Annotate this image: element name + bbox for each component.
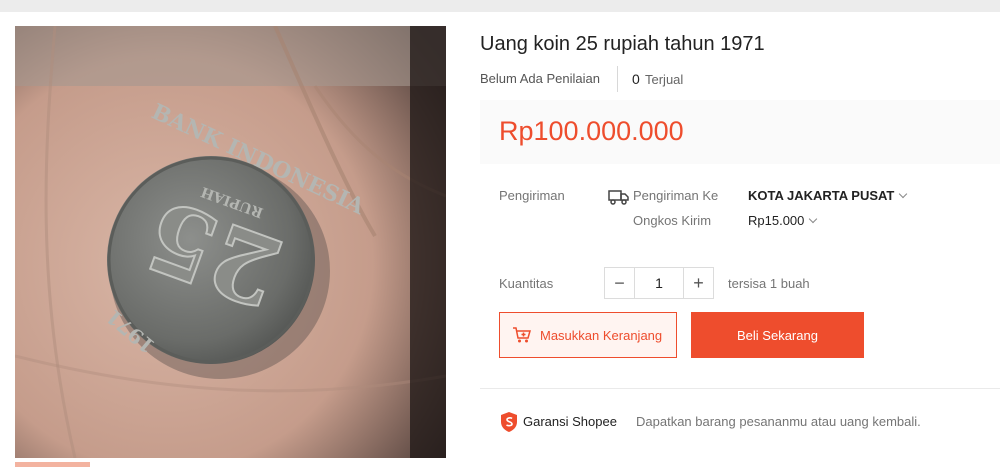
sold-count: 0 <box>632 71 640 87</box>
price-section: Rp100.000.000 <box>480 100 1000 164</box>
product-image[interactable]: BANK INDONESIA 25 RUPIAH 1971 <box>15 26 446 458</box>
quantity-stepper: − 1 + <box>604 267 714 299</box>
shipping-cost[interactable]: Rp15.000 <box>748 213 818 228</box>
quantity-decrease-button[interactable]: − <box>605 268 634 298</box>
stock-remaining: tersisa 1 buah <box>728 276 810 291</box>
chevron-down-icon <box>899 189 908 199</box>
product-price: Rp100.000.000 <box>499 116 684 146</box>
guarantee-title[interactable]: Garansi Shopee <box>523 414 617 429</box>
add-to-cart-label: Masukkan Keranjang <box>540 327 663 343</box>
buy-now-button[interactable]: Beli Sekarang <box>691 312 864 358</box>
shipping-destination[interactable]: KOTA JAKARTA PUSAT <box>748 188 908 203</box>
shield-icon <box>501 412 517 432</box>
section-divider <box>480 388 1000 389</box>
chevron-down-icon <box>809 214 818 224</box>
quantity-label: Kuantitas <box>499 276 554 291</box>
shipping-label: Pengiriman <box>499 188 565 203</box>
shipping-to-label: Pengiriman Ke <box>633 188 719 203</box>
rating-status[interactable]: Belum Ada Penilaian <box>480 71 600 86</box>
cart-plus-icon <box>513 327 531 343</box>
guarantee-description: Dapatkan barang pesananmu atau uang kemb… <box>636 414 921 429</box>
sold-label: Terjual <box>645 72 684 87</box>
quantity-input[interactable]: 1 <box>634 268 684 298</box>
product-title: Uang koin 25 rupiah tahun 1971 <box>480 33 765 55</box>
coin-photo: BANK INDONESIA 25 RUPIAH 1971 <box>15 26 446 458</box>
divider <box>617 66 618 92</box>
shipping-cost-label: Ongkos Kirim <box>633 213 712 228</box>
quantity-increase-button[interactable]: + <box>684 268 713 298</box>
truck-icon <box>608 190 629 205</box>
add-to-cart-button[interactable]: Masukkan Keranjang <box>499 312 677 358</box>
thumbnail-indicator <box>15 462 90 467</box>
